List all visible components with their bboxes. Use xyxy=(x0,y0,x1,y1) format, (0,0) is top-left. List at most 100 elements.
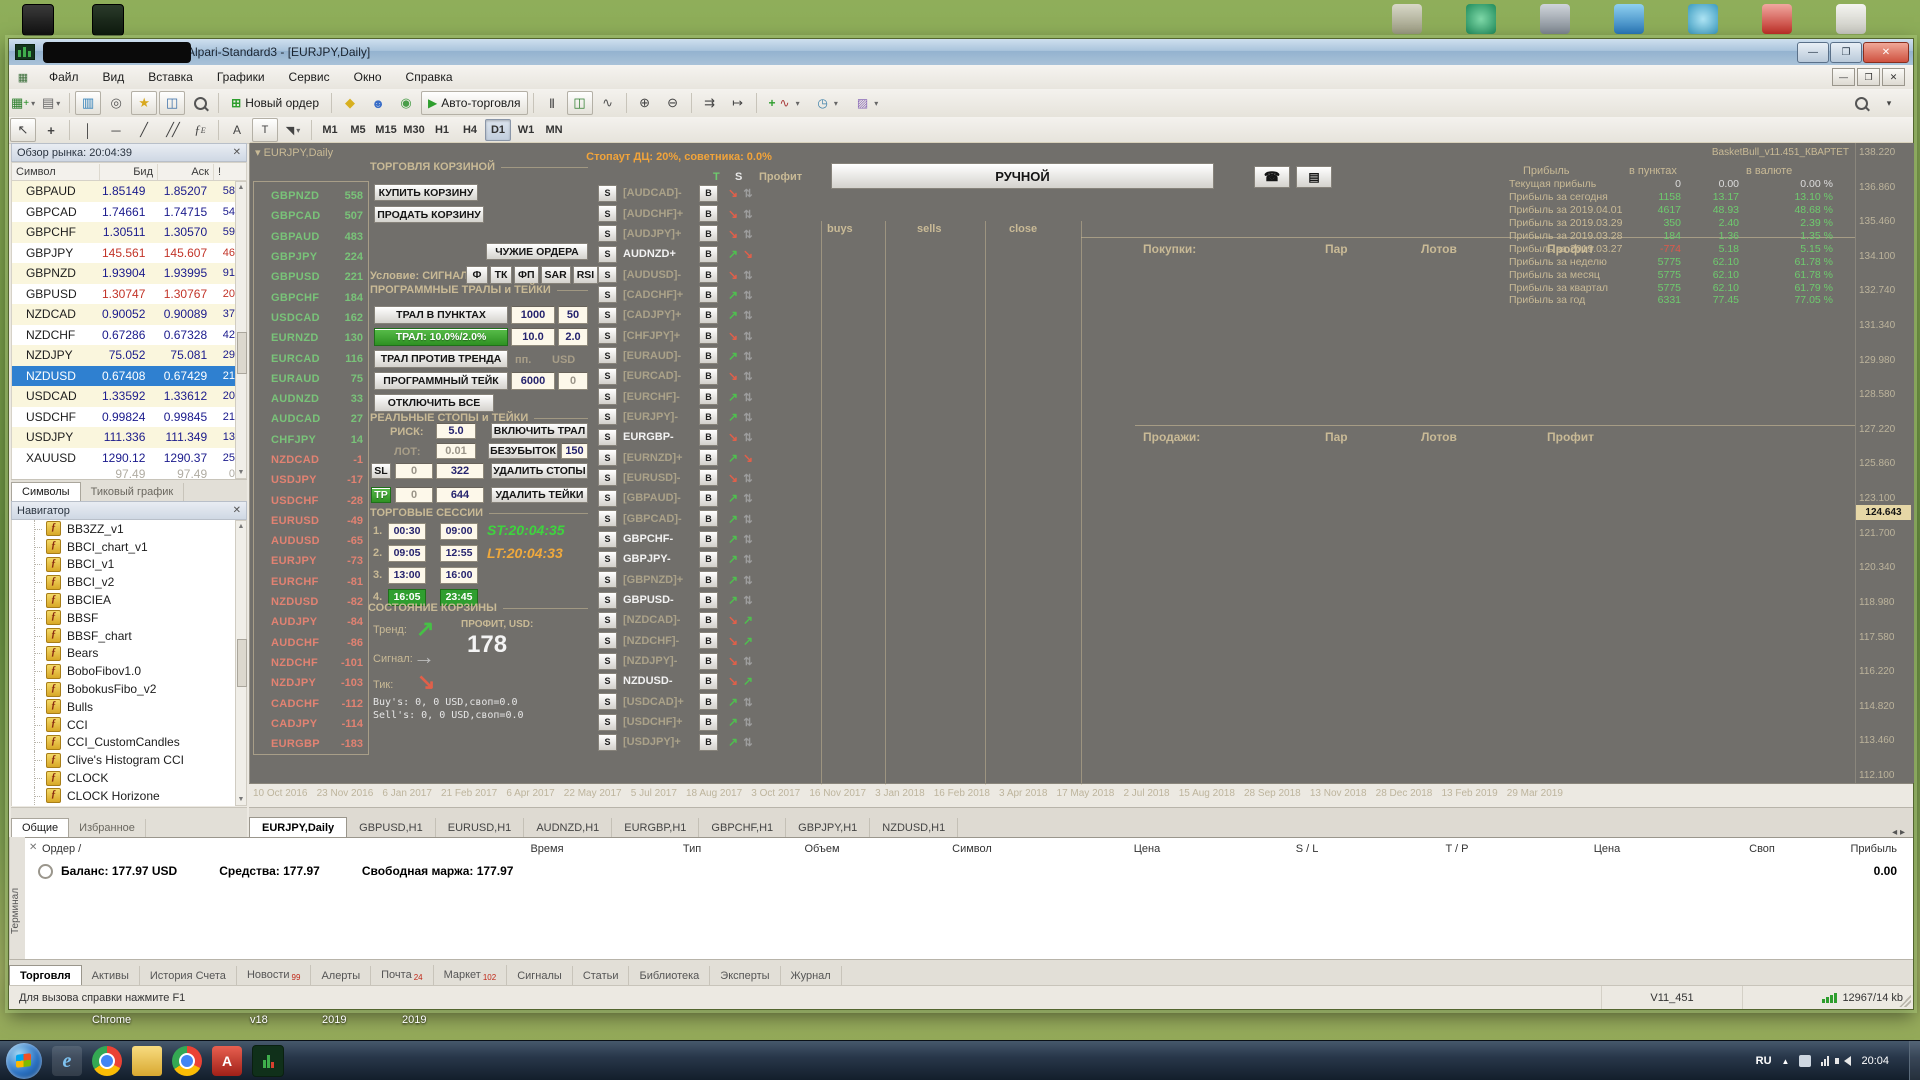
sl-button[interactable]: SL xyxy=(371,463,391,479)
sell-pair-button[interactable]: S xyxy=(598,327,617,344)
arrows-tool[interactable]: ◥▾ xyxy=(280,118,306,142)
buy-pair-button[interactable]: B xyxy=(699,368,718,385)
search-icon[interactable] xyxy=(1848,91,1874,115)
terminal-close-icon[interactable]: ✕ xyxy=(29,842,37,853)
desktop-icon[interactable] xyxy=(1614,4,1644,34)
condition-toggle-button[interactable]: SAR xyxy=(541,266,571,284)
disable-all-button[interactable]: ОТКЛЮЧИТЬ ВСЕ xyxy=(374,394,494,412)
toolbar-overflow-chevron[interactable]: ▾ xyxy=(1876,91,1902,115)
chart-tab[interactable]: EURJPY,Daily xyxy=(249,817,347,838)
signals-button[interactable]: ◉ xyxy=(393,91,419,115)
navigator-item[interactable]: ƒ CCI_CustomCandles xyxy=(12,734,235,752)
condition-toggle-button[interactable]: ТК xyxy=(490,266,512,284)
terminal-column-header[interactable]: Цена xyxy=(1062,843,1232,855)
chart-symbol-label[interactable]: ▾ EURJPY,Daily xyxy=(255,146,333,159)
zoom-out-button[interactable]: ⊖ xyxy=(660,91,686,115)
child-close-button[interactable]: ✕ xyxy=(1882,68,1905,86)
trail-percent-field-2[interactable]: 2.0 xyxy=(558,328,588,346)
desktop-icon[interactable] xyxy=(1540,4,1570,34)
chart-shift-toggle[interactable]: ↦ xyxy=(725,91,751,115)
minimize-button[interactable]: — xyxy=(1797,42,1829,63)
buy-pair-button[interactable]: B xyxy=(699,327,718,344)
sell-pair-button[interactable]: S xyxy=(598,571,617,588)
foreign-orders-button[interactable]: ЧУЖИЕ ОРДЕРА xyxy=(486,243,588,260)
taskbar-app-icon[interactable]: A xyxy=(212,1046,242,1076)
tray-expand-icon[interactable]: ▲ xyxy=(1782,1057,1790,1066)
condition-toggle-button[interactable]: Ф xyxy=(466,266,488,284)
tp-field-2[interactable]: 644 xyxy=(436,487,484,503)
terminal-tab[interactable]: Новости99 xyxy=(237,965,312,986)
market-watch-row[interactable]: GBPCHF 1.30511 1.30570 59 xyxy=(12,222,235,243)
market-watch-row[interactable]: XAUUSD 1290.12 1290.37 25 xyxy=(12,448,235,469)
terminal-tab[interactable]: Сигналы xyxy=(507,966,573,986)
data-window-toggle[interactable]: ◎ xyxy=(103,91,129,115)
taskbar-ie-icon[interactable]: e xyxy=(52,1046,82,1076)
menu-item[interactable]: Файл xyxy=(37,67,91,87)
taskbar-folder-icon[interactable] xyxy=(132,1046,162,1076)
metaeditor-button[interactable]: ◆ xyxy=(337,91,363,115)
trail-counter-trend-button[interactable]: ТРАЛ ПРОТИВ ТРЕНДА xyxy=(374,350,508,368)
sell-pair-button[interactable]: S xyxy=(598,673,617,690)
buy-pair-button[interactable]: B xyxy=(699,612,718,629)
navigator-item[interactable]: ƒ BoboFibov1.0 xyxy=(12,662,235,680)
desktop-icon[interactable] xyxy=(1466,4,1496,34)
sell-pair-button[interactable]: S xyxy=(598,531,617,548)
navigator-item[interactable]: ƒ BBCI_v1 xyxy=(12,556,235,574)
navigator-item[interactable]: ƒ BobokusFibo_v2 xyxy=(12,680,235,698)
risk-field[interactable]: 5.0 xyxy=(436,423,476,439)
sell-pair-button[interactable]: S xyxy=(598,205,617,222)
buy-pair-button[interactable]: B xyxy=(699,246,718,263)
manual-mode-button[interactable]: РУЧНОЙ xyxy=(831,163,1214,189)
buy-pair-button[interactable]: B xyxy=(699,347,718,364)
navigator-toggle[interactable]: ★ xyxy=(131,91,157,115)
navigator-item[interactable]: ƒ Clive's Histogram CCI xyxy=(12,751,235,769)
terminal-tab[interactable]: Активы xyxy=(82,966,140,986)
buy-pair-button[interactable]: B xyxy=(699,408,718,425)
chart-tab[interactable]: EURGBP,H1 xyxy=(612,818,699,838)
buy-pair-button[interactable]: B xyxy=(699,429,718,446)
navigator-item[interactable]: ƒ CLOCK xyxy=(12,769,235,787)
trail-points-field-1[interactable]: 1000 xyxy=(511,306,555,324)
navigator-item[interactable]: ƒ BBCI_v2 xyxy=(12,573,235,591)
chart-menu-icon[interactable]: ▦ xyxy=(10,65,36,89)
chart-tab[interactable]: AUDNZD,H1 xyxy=(524,818,612,838)
timeframe-button[interactable]: MN xyxy=(541,119,567,141)
market-watch-row[interactable]: USDCHF 0.99824 0.99845 21 xyxy=(12,407,235,428)
buy-pair-button[interactable]: B xyxy=(699,531,718,548)
timeframe-button[interactable]: M5 xyxy=(345,119,371,141)
delete-stops-button[interactable]: УДАЛИТЬ СТОПЫ xyxy=(491,463,588,479)
buy-pair-button[interactable]: B xyxy=(699,673,718,690)
child-restore-button[interactable]: ❐ xyxy=(1857,68,1880,86)
menu-item[interactable]: Справка xyxy=(394,67,465,87)
terminal-tab[interactable]: Библиотека xyxy=(629,966,710,986)
session-end-field[interactable]: 12:55 xyxy=(440,545,478,562)
market-watch-row[interactable]: USDJPY 111.336 111.349 13 xyxy=(12,427,235,448)
market-watch-row[interactable]: NZDCHF 0.67286 0.67328 42 xyxy=(12,325,235,346)
market-watch-close-icon[interactable]: ✕ xyxy=(233,147,241,158)
desktop-icon[interactable] xyxy=(1762,4,1792,34)
buy-pair-button[interactable]: B xyxy=(699,225,718,242)
buy-pair-button[interactable]: B xyxy=(699,592,718,609)
terminal-tab[interactable]: Почта24 xyxy=(371,965,433,986)
sell-pair-button[interactable]: S xyxy=(598,185,617,202)
new-chart-button[interactable]: ▦+▾ xyxy=(10,91,36,115)
timeframe-button[interactable]: D1 xyxy=(485,119,511,141)
vertical-line-tool[interactable]: │ xyxy=(75,118,101,142)
sell-pair-button[interactable]: S xyxy=(598,612,617,629)
resize-grip[interactable] xyxy=(1899,995,1911,1007)
navigator-item[interactable]: ƒ BBCIEA xyxy=(12,591,235,609)
condition-toggle-button[interactable]: ФП xyxy=(514,266,539,284)
navigator-titlebar[interactable]: Навигатор ✕ xyxy=(11,501,247,520)
strategy-tester-toggle[interactable] xyxy=(187,91,213,115)
text-tool[interactable]: A xyxy=(224,118,250,142)
phone-trading-button[interactable]: ☎ xyxy=(1254,166,1290,188)
sell-pair-button[interactable]: S xyxy=(598,388,617,405)
menu-item[interactable]: Вид xyxy=(91,67,137,87)
fibonacci-tool[interactable]: ƒE xyxy=(187,118,213,142)
buy-pair-button[interactable]: B xyxy=(699,551,718,568)
market-watch-row[interactable]: GBPNZD 1.93904 1.93995 91 xyxy=(12,263,235,284)
autotrade-button[interactable]: ▶Авто-торговля xyxy=(421,91,527,115)
close-button[interactable]: ✕ xyxy=(1863,42,1909,63)
sell-pair-button[interactable]: S xyxy=(598,714,617,731)
sell-pair-button[interactable]: S xyxy=(598,653,617,670)
